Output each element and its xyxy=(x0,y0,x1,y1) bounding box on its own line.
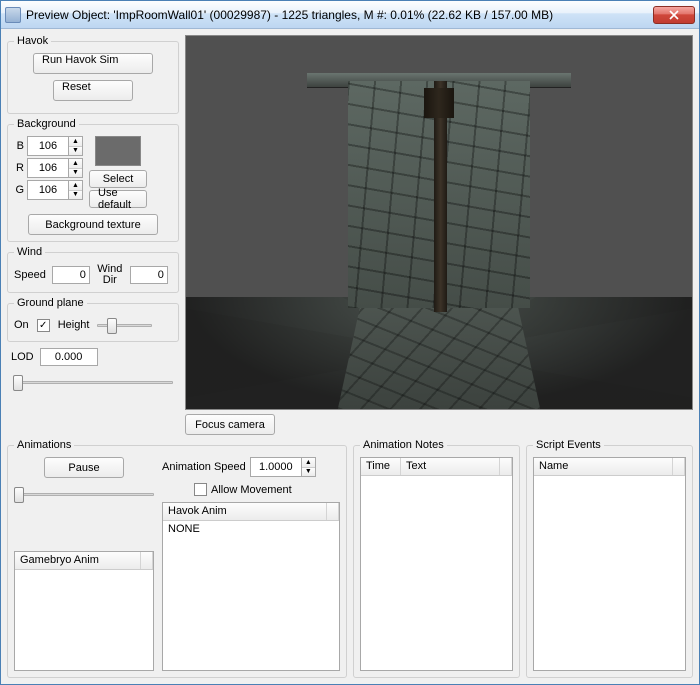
ground-plane-group: Ground plane On ✓ Height xyxy=(7,297,179,342)
background-group: Background B ▲▼ R xyxy=(7,118,179,242)
allow-movement-checkbox[interactable] xyxy=(194,483,207,496)
bg-b-label: B xyxy=(14,140,24,152)
wind-speed-input[interactable] xyxy=(52,266,90,284)
notes-col-text[interactable]: Text xyxy=(401,458,500,475)
spin-up-icon[interactable]: ▲ xyxy=(69,159,82,169)
wind-dir-input[interactable] xyxy=(130,266,168,284)
havok-legend: Havok xyxy=(14,35,51,47)
lod-row: LOD xyxy=(7,346,179,368)
havok-group: Havok Run Havok Sim Reset xyxy=(7,35,179,114)
lod-label: LOD xyxy=(11,351,34,363)
animation-notes-list[interactable]: Time Text xyxy=(360,457,513,671)
close-icon xyxy=(669,10,679,20)
notes-col-time[interactable]: Time xyxy=(361,458,401,475)
spin-down-icon[interactable]: ▼ xyxy=(69,191,82,200)
wind-legend: Wind xyxy=(14,246,45,258)
anim-speed-label: Animation Speed xyxy=(162,461,246,473)
ground-stone-visual xyxy=(338,297,540,409)
havok-anim-list[interactable]: Havok Anim NONE xyxy=(162,502,340,671)
bg-texture-button[interactable]: Background texture xyxy=(28,214,158,235)
spin-up-icon[interactable]: ▲ xyxy=(302,458,315,468)
spin-down-icon[interactable]: ▼ xyxy=(69,169,82,178)
lod-input[interactable] xyxy=(40,348,98,366)
gamebryo-col-spacer xyxy=(141,552,153,569)
gamebryo-col-header[interactable]: Gamebryo Anim xyxy=(15,552,141,569)
reset-button[interactable]: Reset xyxy=(53,80,133,101)
bg-b-input[interactable] xyxy=(27,136,69,156)
bg-r-input[interactable] xyxy=(27,158,69,178)
preview-viewport[interactable] xyxy=(185,35,693,410)
anim-scrub-slider[interactable] xyxy=(14,484,154,545)
anim-speed-spinner[interactable]: ▲▼ xyxy=(250,457,316,477)
gamebryo-anim-list[interactable]: Gamebryo Anim xyxy=(14,551,154,671)
pause-button[interactable]: Pause xyxy=(44,457,124,478)
lod-slider[interactable] xyxy=(13,372,173,410)
bg-g-input[interactable] xyxy=(27,180,69,200)
spin-down-icon[interactable]: ▼ xyxy=(302,468,315,477)
script-events-list[interactable]: Name xyxy=(533,457,686,671)
spin-up-icon[interactable]: ▲ xyxy=(69,137,82,147)
run-havok-button[interactable]: Run Havok Sim xyxy=(33,53,153,74)
spin-up-icon[interactable]: ▲ xyxy=(69,181,82,191)
bg-r-spinner[interactable]: ▲▼ xyxy=(27,158,83,178)
events-col-name[interactable]: Name xyxy=(534,458,673,475)
ground-legend: Ground plane xyxy=(14,297,87,309)
window-title: Preview Object: 'ImpRoomWall01' (0002998… xyxy=(26,8,653,22)
bg-color-swatch[interactable] xyxy=(95,136,141,166)
client-area: Havok Run Havok Sim Reset Background B ▲… xyxy=(1,29,699,684)
allow-movement-label: Allow Movement xyxy=(211,484,292,496)
focus-camera-button[interactable]: Focus camera xyxy=(185,414,275,435)
bg-select-button[interactable]: Select xyxy=(89,170,147,188)
ground-on-checkbox[interactable]: ✓ xyxy=(37,319,50,332)
anim-speed-input[interactable] xyxy=(250,457,302,477)
bg-g-spinner[interactable]: ▲▼ xyxy=(27,180,83,200)
wind-group: Wind Speed Wind Dir xyxy=(7,246,179,293)
ground-height-slider[interactable] xyxy=(97,315,152,335)
list-item[interactable]: NONE xyxy=(163,521,339,537)
events-legend: Script Events xyxy=(533,439,604,451)
animations-group: Animations Pause Gamebryo Anim xyxy=(7,439,347,678)
havok-col-spacer xyxy=(327,503,339,520)
close-button[interactable] xyxy=(653,6,695,24)
app-icon xyxy=(5,7,21,23)
ground-on-label: On xyxy=(14,319,29,331)
background-legend: Background xyxy=(14,118,79,130)
pillar-top-visual xyxy=(424,88,454,118)
wind-dir-label: Wind Dir xyxy=(96,264,124,286)
spin-down-icon[interactable]: ▼ xyxy=(69,147,82,156)
ground-height-label: Height xyxy=(58,319,90,331)
notes-col-spacer xyxy=(500,458,512,475)
preview-window: Preview Object: 'ImpRoomWall01' (0002998… xyxy=(0,0,700,685)
animation-notes-group: Animation Notes Time Text xyxy=(353,439,520,678)
titlebar[interactable]: Preview Object: 'ImpRoomWall01' (0002998… xyxy=(1,1,699,29)
notes-legend: Animation Notes xyxy=(360,439,447,451)
events-col-spacer xyxy=(673,458,685,475)
bg-b-spinner[interactable]: ▲▼ xyxy=(27,136,83,156)
havok-col-header[interactable]: Havok Anim xyxy=(163,503,327,520)
bg-g-label: G xyxy=(14,184,24,196)
bg-r-label: R xyxy=(14,162,24,174)
bg-use-default-button[interactable]: Use default xyxy=(89,190,147,208)
wind-speed-label: Speed xyxy=(14,269,46,281)
script-events-group: Script Events Name xyxy=(526,439,693,678)
animations-legend: Animations xyxy=(14,439,74,451)
